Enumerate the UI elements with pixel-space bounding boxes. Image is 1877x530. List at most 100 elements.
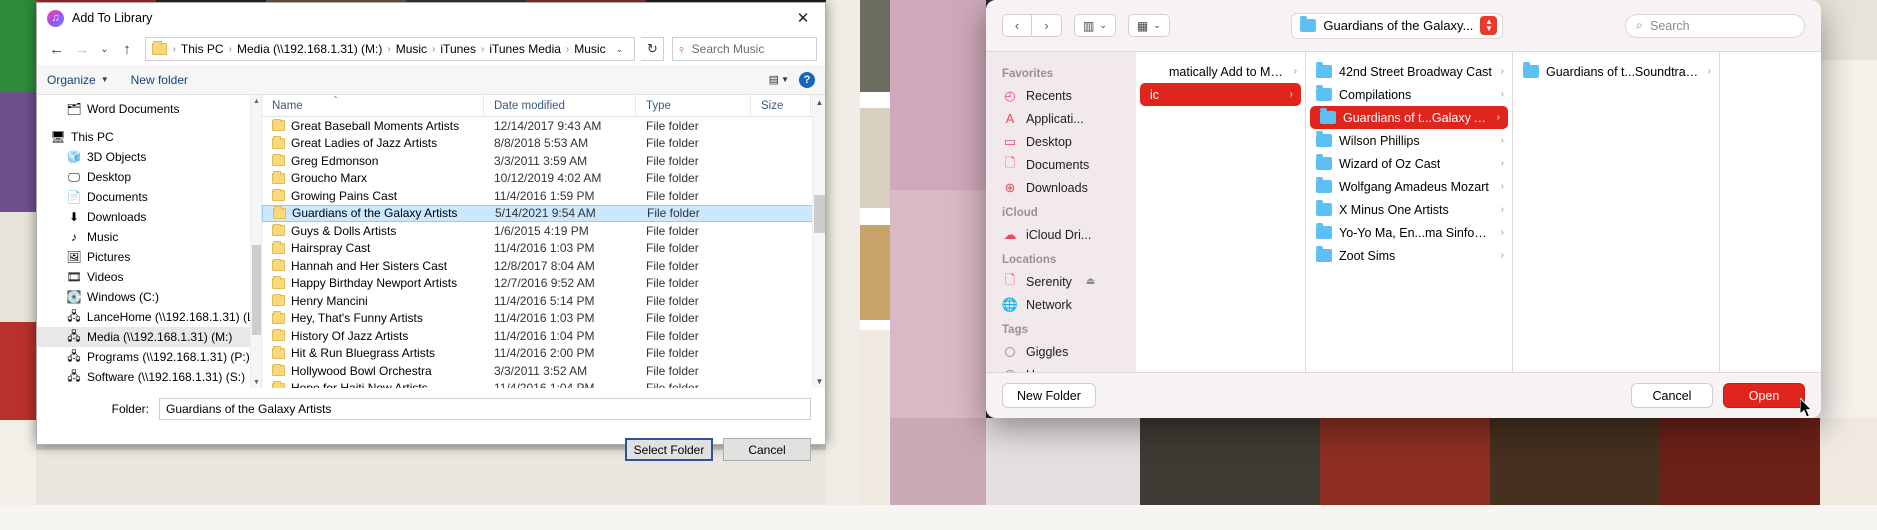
tree-scrollbar[interactable]: ▲ ▼	[250, 95, 261, 388]
table-row[interactable]: Groucho Marx 10/12/2019 4:02 AM File folde…	[262, 170, 825, 188]
column-header-size[interactable]: Size	[751, 95, 811, 116]
tree-item-word-documents[interactable]: 🗂 Word Documents	[37, 99, 261, 119]
sidebar-item-desktop[interactable]: ▭ Desktop	[986, 130, 1136, 153]
list-item[interactable]: Wizard of Oz Cast ›	[1306, 152, 1512, 175]
select-folder-button[interactable]: Select Folder	[625, 438, 713, 461]
table-row[interactable]: Great Ladies of Jazz Artists 8/8/2018 5:5…	[262, 135, 825, 153]
list-item[interactable]: Wilson Phillips ›	[1306, 129, 1512, 152]
sidebar-item-applicati[interactable]: A Applicati...	[986, 107, 1136, 130]
tree-item-desktop[interactable]: 🖵 Desktop	[37, 167, 261, 187]
scroll-up-icon[interactable]: ▲	[251, 95, 261, 107]
table-row[interactable]: Guardians of the Galaxy Artists 5/14/2021…	[262, 204, 825, 222]
breadcrumb[interactable]: › This PC › Media (\\192.168.1.31) (M:) …	[144, 37, 636, 61]
organize-button[interactable]: Organize ▼	[47, 73, 109, 87]
view-mode-button[interactable]: ▥ ⌄	[1074, 14, 1116, 37]
sidebar-item-home[interactable]: Home	[986, 363, 1136, 372]
scroll-down-icon[interactable]: ▼	[813, 374, 825, 388]
table-row[interactable]: Hey, That's Funny Artists 11/4/2016 1:03 …	[262, 310, 825, 328]
tree-item-this-pc[interactable]: 🖥 This PC	[37, 127, 261, 147]
sidebar-item-icloud-dri[interactable]: ☁ iCloud Dri...	[986, 223, 1136, 246]
table-row[interactable]: Happy Birthday Newport Artists 12/7/2016 …	[262, 275, 825, 293]
tree-item-windows-c[interactable]: 💽 Windows (C:)	[37, 287, 261, 307]
tree-item-software-192-168-1-31-s[interactable]: 🖧 Software (\\192.168.1.31) (S:)	[37, 367, 261, 387]
new-folder-button[interactable]: New Folder	[1002, 383, 1096, 408]
column-header-name[interactable]: Name ⌃	[262, 95, 484, 116]
cancel-button[interactable]: Cancel	[723, 438, 811, 461]
cell-type: File folder	[646, 328, 699, 343]
back-button[interactable]: ←	[45, 36, 68, 62]
table-row[interactable]: Great Baseball Moments Artists 12/14/2017…	[262, 117, 825, 135]
sidebar-item-recents[interactable]: ◴ Recents	[986, 84, 1136, 107]
folder-input[interactable]: Guardians of the Galaxy Artists	[159, 398, 811, 420]
tree-item-downloads[interactable]: ⬇ Downloads	[37, 207, 261, 227]
list-item[interactable]: matically Add to Music ›	[1136, 60, 1305, 83]
table-row[interactable]: Hope for Haiti Now Artists 11/4/2016 1:04…	[262, 380, 825, 388]
tree-item-media-192-168-1-31-m[interactable]: 🖧 Media (\\192.168.1.31) (M:)	[37, 327, 261, 347]
breadcrumb-item-4[interactable]: iTunes Media	[486, 42, 564, 56]
scroll-down-icon[interactable]: ▼	[251, 376, 261, 388]
table-row[interactable]: Hannah and Her Sisters Cast 12/8/2017 8:0…	[262, 257, 825, 275]
new-folder-button[interactable]: New folder	[131, 73, 188, 87]
tree-item-music[interactable]: ♪ Music	[37, 227, 261, 247]
tree-item-pictures[interactable]: 🖼 Pictures	[37, 247, 261, 267]
chevron-down-icon[interactable]: ⌄	[609, 44, 631, 55]
up-button[interactable]: ↑	[115, 36, 138, 62]
table-row[interactable]: Hollywood Bowl Orchestra 3/3/2011 3:52 AM…	[262, 362, 825, 380]
list-item[interactable]: Guardians of t...Galaxy Artists ›	[1310, 106, 1508, 129]
sidebar-item-giggles[interactable]: Giggles	[986, 340, 1136, 363]
close-icon[interactable]: ✕	[781, 3, 825, 33]
list-item[interactable]: ic ›	[1140, 83, 1301, 106]
breadcrumb-item-3[interactable]: iTunes	[437, 42, 479, 56]
tree-item-videos[interactable]: 🎞 Videos	[37, 267, 261, 287]
open-button[interactable]: Open	[1723, 383, 1805, 408]
table-row[interactable]: Growing Pains Cast 11/4/2016 1:59 PM File …	[262, 187, 825, 205]
table-row[interactable]: Guys & Dolls Artists 1/6/2015 4:19 PM File…	[262, 222, 825, 240]
mac-back-button[interactable]: ‹	[1002, 14, 1032, 37]
help-icon[interactable]: ?	[799, 71, 815, 88]
mac-forward-button[interactable]: ›	[1032, 14, 1062, 37]
table-row[interactable]: Henry Mancini 11/4/2016 5:14 PM File folde…	[262, 292, 825, 310]
table-row[interactable]: Greg Edmonson 3/3/2011 3:59 AM File folder	[262, 152, 825, 170]
list-item[interactable]: Yo-Yo Ma, En...ma Sinfonietta ›	[1306, 221, 1512, 244]
tree-item-documents[interactable]: 📄 Documents	[37, 187, 261, 207]
tree-item-lancehome-192-168-1-31-l[interactable]: 🖧 LanceHome (\\192.168.1.31) (L:)	[37, 307, 261, 327]
scroll-up-icon[interactable]: ▲	[813, 95, 825, 109]
column-header-type[interactable]: Type	[636, 95, 751, 116]
breadcrumb-item-0[interactable]: This PC	[178, 42, 227, 56]
tree-item-programs-192-168-1-31-p[interactable]: 🖧 Programs (\\192.168.1.31) (P:)	[37, 347, 261, 367]
sidebar-item-serenity[interactable]: 🗋 Serenity ⏏	[986, 270, 1136, 293]
list-item[interactable]: Compilations ›	[1306, 83, 1512, 106]
group-by-button[interactable]: ▦ ⌄	[1127, 14, 1170, 37]
list-item[interactable]: Wolfgang Amadeus Mozart ›	[1306, 175, 1512, 198]
eject-icon[interactable]: ⏏	[1086, 276, 1095, 287]
list-item[interactable]: 42nd Street Broadway Cast ›	[1306, 60, 1512, 83]
cancel-button[interactable]: Cancel	[1631, 383, 1713, 408]
breadcrumb-item-5[interactable]: Music	[571, 42, 608, 56]
list-item[interactable]: Zoot Sims ›	[1306, 244, 1512, 267]
mac-search-input[interactable]: ⌕ Search	[1625, 13, 1805, 38]
breadcrumb-item-1[interactable]: Media (\\192.168.1.31) (M:)	[234, 42, 385, 56]
sidebar-item-network[interactable]: 🌐 Network	[986, 293, 1136, 316]
cell-date-modified: 12/7/2016 9:52 AM	[494, 276, 595, 291]
cell-date-modified: 11/4/2016 1:03 PM	[494, 311, 595, 326]
column-header-date[interactable]: Date modified	[484, 95, 636, 116]
change-view-button[interactable]: ▤ ▼	[769, 73, 789, 86]
sidebar-item-documents[interactable]: 🗋 Documents	[986, 153, 1136, 176]
scrollbar-thumb[interactable]	[814, 195, 825, 233]
file-list-scrollbar[interactable]: ▲ ▼	[812, 95, 825, 388]
table-row[interactable]: History Of Jazz Artists 11/4/2016 1:04 PM…	[262, 327, 825, 345]
table-row[interactable]: Hit & Run Bluegrass Artists 11/4/2016 2:0…	[262, 345, 825, 363]
list-item[interactable]: X Minus One Artists ›	[1306, 198, 1512, 221]
scrollbar-thumb[interactable]	[252, 245, 261, 335]
recent-locations-button[interactable]: ⌄	[95, 36, 113, 62]
refresh-button[interactable]: ↻	[641, 37, 665, 61]
table-row[interactable]: Hairspray Cast 11/4/2016 1:03 PM File fold…	[262, 240, 825, 258]
breadcrumb-item-2[interactable]: Music	[393, 42, 430, 56]
tree-item-3d-objects[interactable]: 🧊 3D Objects	[37, 147, 261, 167]
list-item[interactable]: Guardians of t...Soundtrack) ›	[1513, 60, 1719, 83]
path-popup-button[interactable]: Guardians of the Galaxy... ▲ ▼	[1291, 12, 1504, 39]
stepper-updown-icon[interactable]: ▲ ▼	[1480, 16, 1498, 35]
forward-button[interactable]: →	[70, 36, 93, 62]
search-input[interactable]: ⌕ Search Music	[672, 37, 817, 61]
sidebar-item-downloads[interactable]: ⊕ Downloads	[986, 176, 1136, 199]
